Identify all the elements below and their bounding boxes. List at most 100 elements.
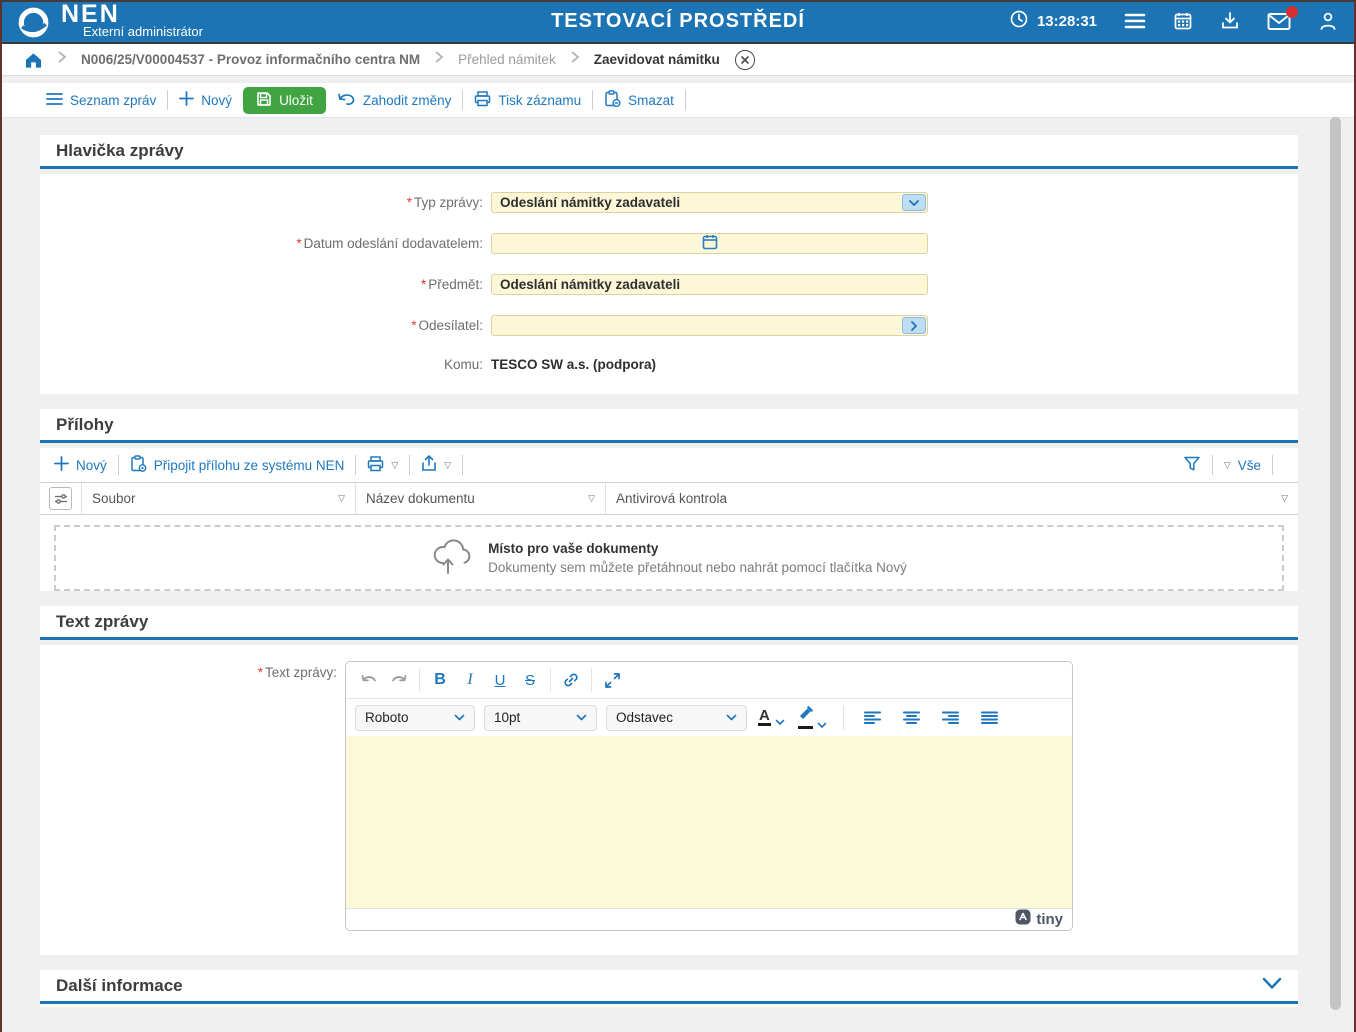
- separator: [591, 668, 592, 692]
- form-content: Hlavička zprávy *Typ zprávy: Odeslání ná…: [0, 135, 1356, 1007]
- tinymce-brand: tiny: [1036, 911, 1063, 928]
- sender-input[interactable]: [491, 315, 928, 336]
- attachment-new-button[interactable]: Nový: [54, 456, 107, 474]
- clipboard-delete-icon: [604, 90, 621, 110]
- separator: [462, 90, 463, 110]
- breadcrumb: N006/25/V00004537 - Provoz informačního …: [0, 44, 1356, 76]
- window-edge: [0, 0, 2, 1032]
- discard-changes-button[interactable]: Zahodit změny: [337, 91, 452, 109]
- collapsed-section-body: [40, 1004, 1298, 1007]
- print-record-button[interactable]: Tisk záznamu: [474, 91, 581, 110]
- undo-icon[interactable]: [354, 666, 384, 694]
- chevron-right-icon: [56, 50, 68, 69]
- filter-caret-icon[interactable]: ▽: [580, 494, 595, 503]
- attachments-table-header: Soubor ▽ Název dokumentu ▽ Antivirová ko…: [40, 482, 1298, 515]
- separator: [685, 90, 686, 110]
- section-message-header: Hlavička zprávy *Typ zprávy: Odeslání ná…: [40, 135, 1298, 394]
- attach-from-nen-button[interactable]: Připojit přílohu ze systému NEN: [130, 455, 345, 475]
- save-button[interactable]: Uložit: [243, 87, 326, 114]
- align-left-icon[interactable]: [858, 704, 888, 732]
- download-icon[interactable]: [1220, 11, 1240, 31]
- chevron-right-icon[interactable]: [902, 317, 926, 334]
- column-header-nazev[interactable]: Název dokumentu ▽: [356, 483, 606, 514]
- editor-content-area[interactable]: [346, 736, 1072, 908]
- chevron-right-icon: [433, 50, 445, 69]
- plus-icon: [54, 456, 69, 474]
- chevron-down-icon[interactable]: [902, 194, 926, 211]
- separator: [419, 668, 420, 692]
- new-button[interactable]: Nový: [179, 91, 232, 109]
- field-label: *Předmět:: [40, 277, 483, 292]
- user-icon[interactable]: [1318, 11, 1338, 31]
- calendar-icon[interactable]: [1173, 11, 1193, 31]
- printer-icon: [367, 456, 384, 475]
- separator: [462, 455, 463, 475]
- field-label: *Text zprávy:: [40, 661, 337, 931]
- window-edge: [0, 0, 1356, 2]
- vertical-scrollbar[interactable]: [1330, 117, 1341, 1010]
- breadcrumb-item-current: Zaevidovat námitku: [594, 52, 720, 67]
- section-title: Text zprávy: [56, 612, 148, 632]
- column-settings-button[interactable]: [40, 483, 82, 514]
- strikethrough-button[interactable]: S: [515, 666, 545, 694]
- close-icon[interactable]: [735, 50, 755, 70]
- separator: [355, 455, 356, 475]
- section-title: Hlavička zprávy: [56, 141, 184, 161]
- breadcrumb-item-namitky[interactable]: Přehled námitek: [458, 52, 556, 67]
- section-message-text: Text zprávy *Text zprávy: B I U S: [40, 606, 1298, 955]
- expand-chevron-icon[interactable]: [1262, 977, 1282, 995]
- dropdown-caret-icon: ▽: [391, 461, 398, 470]
- funnel-icon: [1183, 455, 1201, 475]
- export-menu-button[interactable]: ▽: [421, 455, 451, 475]
- block-format-select[interactable]: Odstavec: [606, 705, 747, 731]
- breadcrumb-item-procurement[interactable]: N006/25/V00004537 - Provoz informačního …: [81, 52, 420, 67]
- message-list-button[interactable]: Seznam zpráv: [46, 92, 156, 109]
- column-header-soubor[interactable]: Soubor ▽: [82, 483, 356, 514]
- sent-date-input[interactable]: [491, 233, 928, 254]
- align-center-icon[interactable]: [897, 704, 927, 732]
- menu-icon[interactable]: [1124, 12, 1146, 30]
- undo-icon: [337, 91, 356, 109]
- field-label: *Datum odeslání dodavatelem:: [40, 236, 483, 251]
- mail-icon[interactable]: [1267, 12, 1291, 31]
- editor-status-bar: tiny: [346, 908, 1072, 930]
- home-icon[interactable]: [24, 51, 43, 69]
- filter-caret-icon[interactable]: ▽: [1273, 494, 1288, 503]
- dropzone-title: Místo pro vaše dokumenty: [488, 541, 907, 556]
- clipboard-gear-icon: [130, 455, 147, 475]
- fullscreen-icon[interactable]: [597, 666, 627, 694]
- align-justify-icon[interactable]: [975, 704, 1005, 732]
- section-more-info: Další informace: [40, 970, 1298, 1007]
- filter-all-button[interactable]: ▽ Vše: [1224, 458, 1261, 473]
- file-dropzone[interactable]: Místo pro vaše dokumenty Dokumenty sem m…: [54, 525, 1284, 591]
- richtext-editor: B I U S Roboto 10pt: [345, 661, 1073, 931]
- redo-icon[interactable]: [384, 666, 414, 694]
- separator: [409, 455, 410, 475]
- clock-time: 13:28:31: [1037, 13, 1097, 30]
- font-size-select[interactable]: 10pt: [484, 705, 597, 731]
- italic-button[interactable]: I: [455, 666, 485, 694]
- highlight-color-button[interactable]: [796, 706, 829, 729]
- filter-button[interactable]: [1183, 455, 1201, 475]
- bold-button[interactable]: B: [425, 666, 455, 694]
- link-icon[interactable]: [556, 666, 586, 694]
- column-header-antivirova[interactable]: Antivirová kontrola ▽: [606, 483, 1298, 514]
- field-row-type: *Typ zprávy: Odeslání námitky zadavateli: [40, 192, 1298, 213]
- dropzone-hint: Dokumenty sem můžete přetáhnout nebo nah…: [488, 560, 907, 575]
- section-title: Přílohy: [56, 415, 114, 435]
- command-bar: Seznam zpráv Nový Uložit Zahodit změny T…: [0, 83, 1356, 118]
- separator: [843, 706, 844, 730]
- filter-caret-icon[interactable]: ▽: [330, 494, 345, 503]
- delete-button[interactable]: Smazat: [604, 90, 674, 110]
- font-family-select[interactable]: Roboto: [355, 705, 475, 731]
- calendar-picker-icon[interactable]: [702, 234, 718, 253]
- app-header: NEN Externí administrátor TESTOVACÍ PROS…: [0, 0, 1356, 44]
- clock-icon: [1009, 9, 1029, 33]
- text-color-button[interactable]: A: [756, 709, 787, 726]
- underline-button[interactable]: U: [485, 666, 515, 694]
- align-right-icon[interactable]: [936, 704, 966, 732]
- message-type-select[interactable]: Odeslání námitky zadavateli: [491, 192, 928, 213]
- print-menu-button[interactable]: ▽: [367, 456, 398, 475]
- subject-input[interactable]: Odeslání námitky zadavateli: [491, 274, 928, 295]
- field-row-subject: *Předmět: Odeslání námitky zadavateli: [40, 274, 1298, 295]
